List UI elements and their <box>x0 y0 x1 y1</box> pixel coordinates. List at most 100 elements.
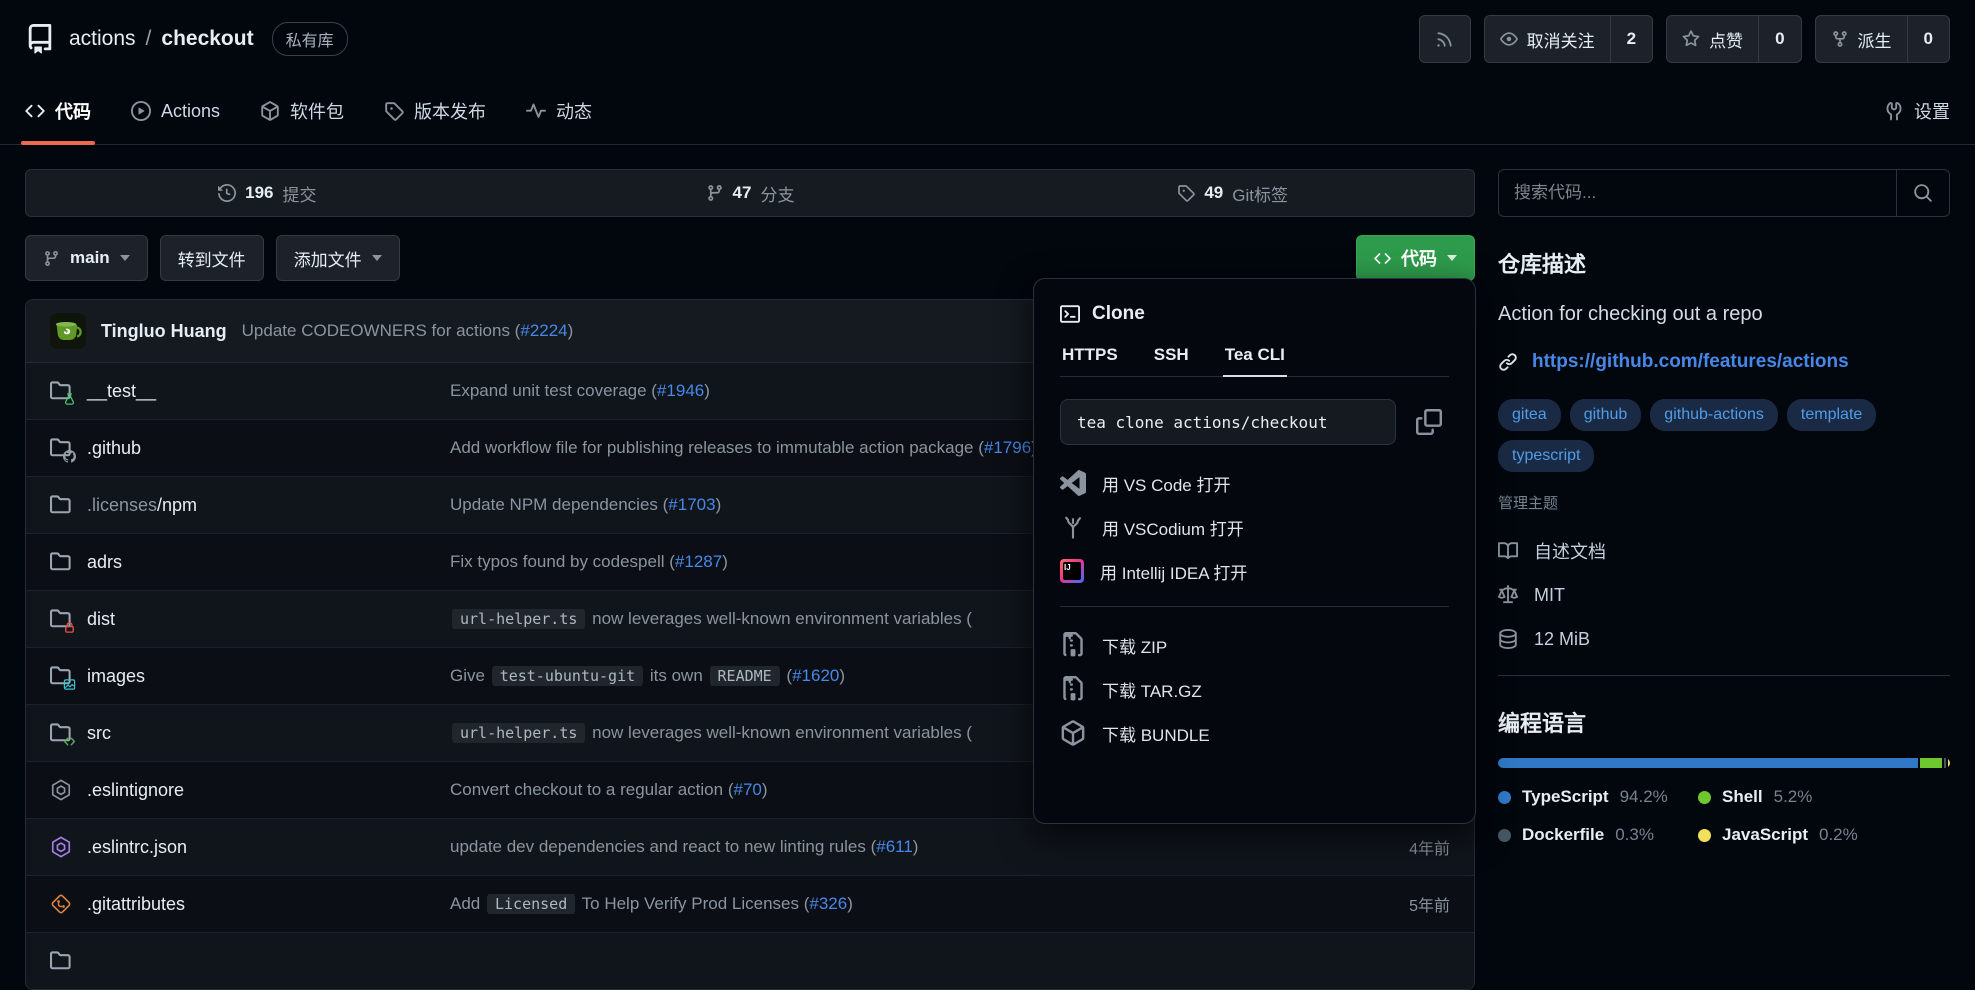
menu-item-用-intellij-idea-打开[interactable]: 用 Intellij IDEA 打开 <box>1060 549 1449 593</box>
file-link[interactable]: src <box>87 723 111 744</box>
stat-Git标签[interactable]: 49Git标签 <box>991 181 1474 206</box>
avatar[interactable] <box>50 313 86 349</box>
legend-item-shell[interactable]: Shell5.2% <box>1698 782 1950 812</box>
topic-tag-typescript[interactable]: typescript <box>1498 440 1594 472</box>
repo-name-link[interactable]: checkout <box>161 27 253 51</box>
file-link[interactable]: .github <box>87 438 141 459</box>
tab-actions[interactable]: Actions <box>131 78 220 144</box>
meta-book[interactable]: 自述文档 <box>1498 529 1950 573</box>
file-link[interactable]: .eslintrc.json <box>87 837 187 858</box>
repo-sidebar: 仓库描述 Action for checking out a repo http… <box>1498 169 1950 990</box>
file-name-cell: dist <box>50 608 450 630</box>
menu-item-下载-tar.gz[interactable]: 下载 TAR.GZ <box>1060 667 1449 711</box>
meta-database[interactable]: 12 MiB <box>1498 617 1950 661</box>
issue-link[interactable]: #1287 <box>675 552 722 571</box>
clone-tab-https[interactable]: HTTPS <box>1060 345 1120 376</box>
inline-code-chip: url-helper.ts <box>452 609 585 629</box>
file-link[interactable]: .eslintignore <box>87 780 184 801</box>
stat-提交[interactable]: 196提交 <box>26 181 509 206</box>
star-button[interactable]: 点赞 <box>1667 16 1758 62</box>
issue-link[interactable]: #70 <box>733 780 761 799</box>
legend-item-javascript[interactable]: JavaScript0.2% <box>1698 820 1950 850</box>
tab-settings[interactable]: 设置 <box>1884 78 1950 144</box>
menu-item-下载-bundle[interactable]: 下载 BUNDLE <box>1060 711 1449 755</box>
rss-button[interactable] <box>1419 15 1471 63</box>
fork-button[interactable]: 派生 <box>1816 16 1907 62</box>
commit-author[interactable]: Tingluo Huang <box>101 321 227 342</box>
inline-code-chip: url-helper.ts <box>452 723 585 743</box>
issue-link[interactable]: #326 <box>809 894 847 913</box>
manage-topics-link[interactable]: 管理主题 <box>1498 492 1950 513</box>
copy-icon[interactable] <box>1416 409 1442 435</box>
commit-issue-link[interactable]: #2224 <box>520 321 567 340</box>
fork-button-group: 派生 0 <box>1815 15 1950 63</box>
website-link[interactable]: https://github.com/features/actions <box>1532 351 1849 373</box>
legend-item-dockerfile[interactable]: Dockerfile0.3% <box>1498 820 1698 850</box>
branch-selector[interactable]: main <box>25 235 148 281</box>
rss-icon <box>1435 30 1454 49</box>
issue-link[interactable]: #1620 <box>792 666 839 685</box>
branch-icon <box>706 184 724 202</box>
topic-tag-github-actions[interactable]: github-actions <box>1650 399 1778 431</box>
tag-icon <box>384 101 404 121</box>
stat-分支[interactable]: 47分支 <box>509 181 992 206</box>
topic-tag-template[interactable]: template <box>1787 399 1876 431</box>
topic-tag-github[interactable]: github <box>1570 399 1642 431</box>
star-count[interactable]: 0 <box>1758 16 1800 62</box>
issue-link[interactable]: #1796 <box>984 438 1031 457</box>
legend-language-name: TypeScript <box>1522 787 1609 807</box>
file-name-cell: .github <box>50 437 450 459</box>
link-icon <box>1498 352 1518 372</box>
folder-icon <box>50 950 72 972</box>
database-icon <box>1498 629 1518 649</box>
file-link[interactable]: images <box>87 666 145 687</box>
meta-label: 12 MiB <box>1534 629 1590 650</box>
test-overlay-icon <box>63 393 76 406</box>
add-file-button[interactable]: 添加文件 <box>276 235 400 281</box>
commit-message: Update CODEOWNERS for actions (#2224) <box>242 321 574 341</box>
issue-link[interactable]: #611 <box>876 837 913 856</box>
search-button[interactable] <box>1896 170 1949 216</box>
chevron-down-icon <box>1447 255 1457 261</box>
file-link[interactable]: .licenses/npm <box>87 495 197 516</box>
menu-item-用-vs-code-打开[interactable]: 用 VS Code 打开 <box>1060 461 1449 505</box>
clone-tab-tea-cli[interactable]: Tea CLI <box>1223 345 1287 376</box>
clone-command-input[interactable] <box>1060 399 1396 445</box>
tab-releases[interactable]: 版本发布 <box>384 78 486 144</box>
menu-item-用-vscodium-打开[interactable]: 用 VSCodium 打开 <box>1060 505 1449 549</box>
language-bar-segment-shell <box>1920 758 1942 768</box>
menu-item-下载-zip[interactable]: 下载 ZIP <box>1060 623 1449 667</box>
language-bar <box>1498 758 1950 768</box>
repo-owner-link[interactable]: actions <box>69 27 136 51</box>
issue-link[interactable]: #1703 <box>668 495 715 514</box>
issue-link[interactable]: #1946 <box>657 381 704 400</box>
unwatch-button[interactable]: 取消关注 <box>1485 16 1610 62</box>
zip-icon <box>1060 676 1086 702</box>
clone-command-row <box>1060 399 1449 445</box>
file-link[interactable]: __test__ <box>87 381 156 402</box>
file-link[interactable]: .gitattributes <box>87 894 185 915</box>
breadcrumb-separator: / <box>146 27 152 51</box>
zip-icon <box>1060 632 1086 658</box>
clone-tab-ssh[interactable]: SSH <box>1152 345 1191 376</box>
file-link[interactable]: adrs <box>87 552 122 573</box>
terminal-icon <box>1060 304 1080 324</box>
tab-packages[interactable]: 软件包 <box>260 78 344 144</box>
history-icon <box>218 184 236 202</box>
code-dropdown-button[interactable]: 代码 <box>1356 235 1475 281</box>
repo-header: actions / checkout 私有库 取消关注 2 点赞 0 派生 <box>0 0 1975 78</box>
tab-activity[interactable]: 动态 <box>526 78 592 144</box>
search-input[interactable] <box>1499 170 1896 216</box>
folder-icon <box>50 722 72 744</box>
tab-code[interactable]: 代码 <box>25 78 91 144</box>
gitattributes-file-icon <box>50 893 72 915</box>
topic-tag-gitea[interactable]: gitea <box>1498 399 1561 431</box>
legend-language-pct: 94.2% <box>1620 787 1668 807</box>
goto-file-button[interactable]: 转到文件 <box>160 235 264 281</box>
file-link[interactable]: dist <box>87 609 115 630</box>
watch-count[interactable]: 2 <box>1610 16 1652 62</box>
legend-item-typescript[interactable]: TypeScript 94.2% <box>1498 782 1698 812</box>
meta-law[interactable]: MIT <box>1498 573 1950 617</box>
inline-code-chip: test-ubuntu-git <box>492 666 643 686</box>
fork-count[interactable]: 0 <box>1907 16 1949 62</box>
